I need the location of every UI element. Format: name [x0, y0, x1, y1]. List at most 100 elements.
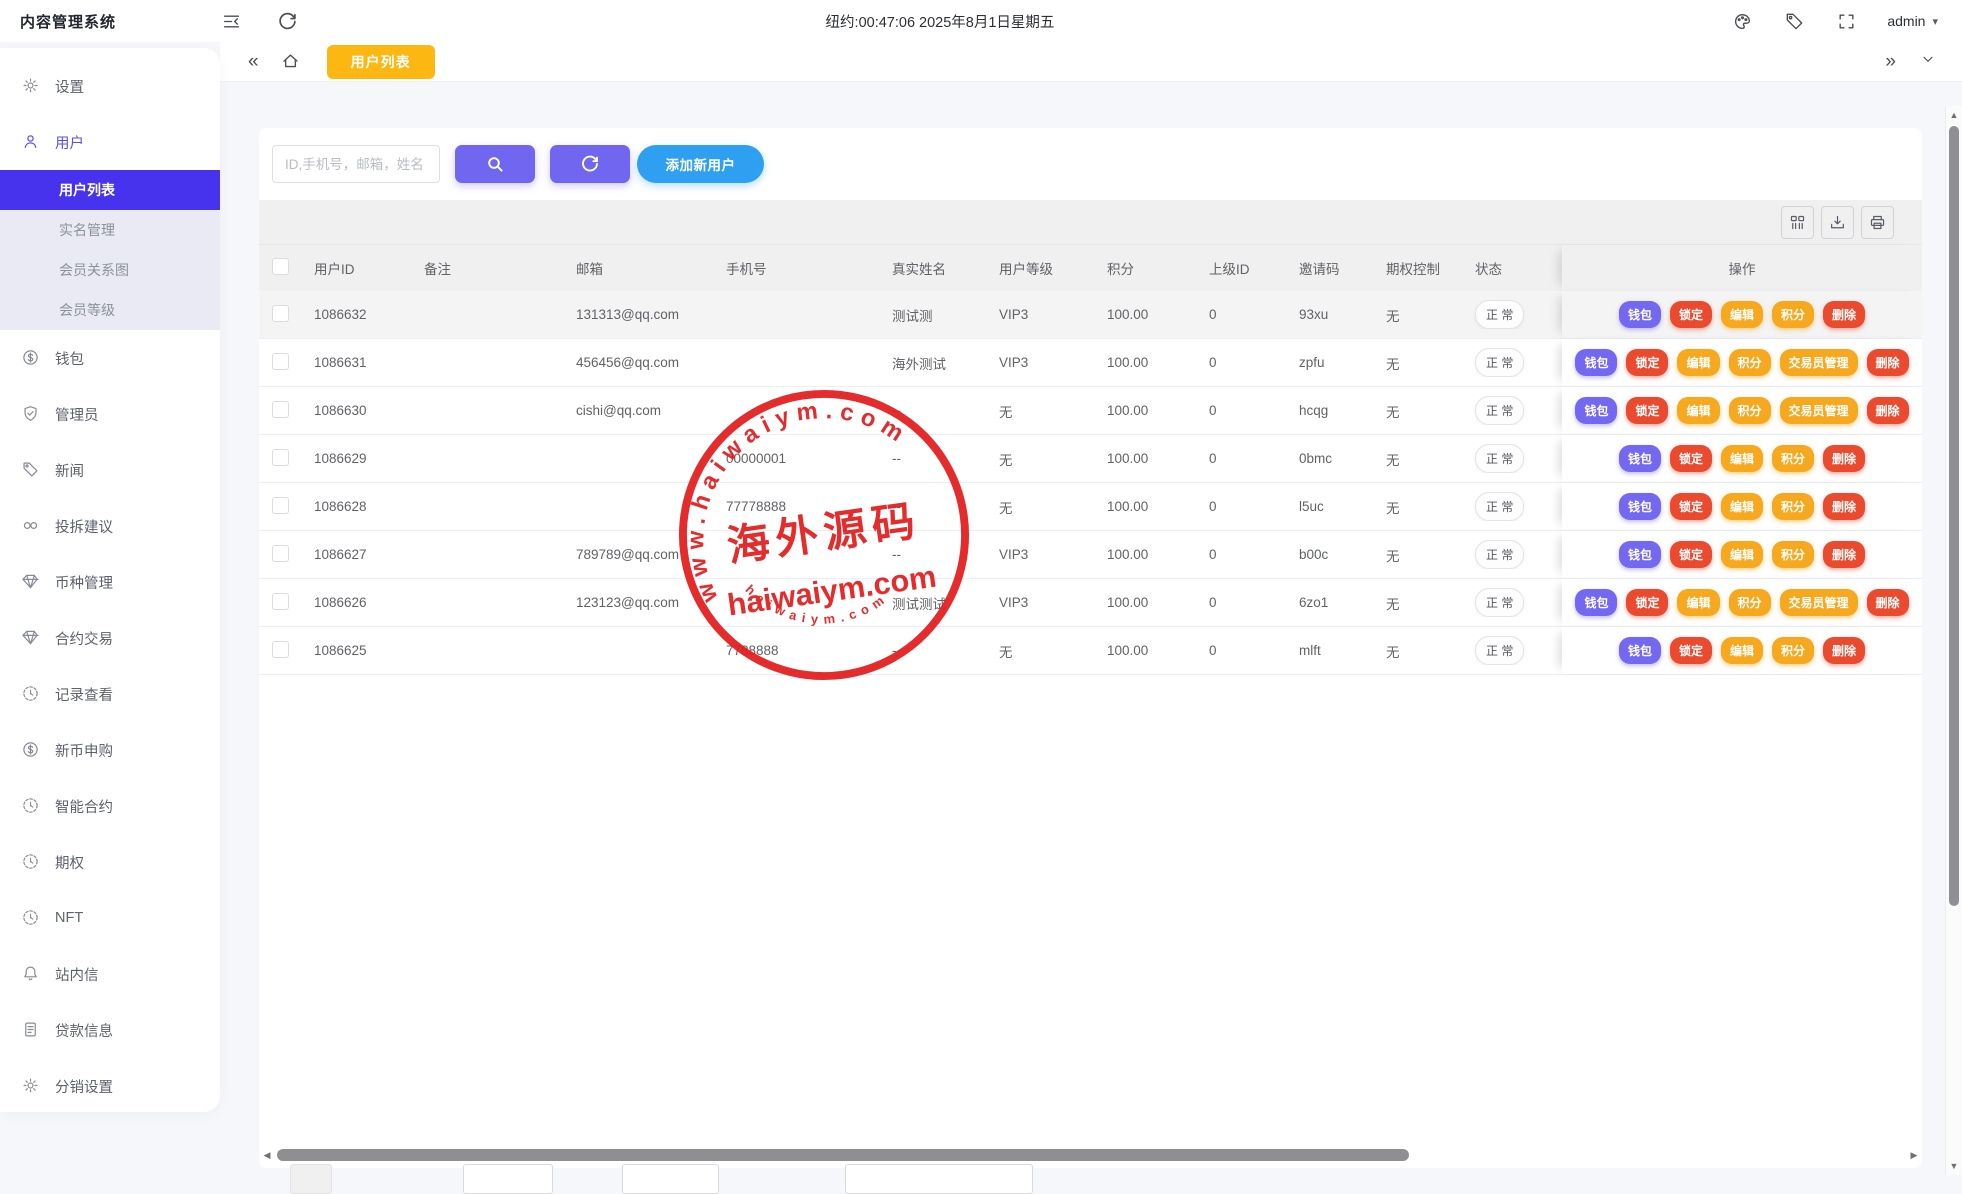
status-badge[interactable]: 正 常 [1475, 300, 1524, 329]
status-badge[interactable]: 正 常 [1475, 396, 1524, 425]
action-lock-button[interactable]: 锁定 [1626, 397, 1668, 424]
action-wallet-button[interactable]: 钱包 [1575, 589, 1617, 616]
sidebar-item[interactable]: 智能合约 [0, 778, 220, 834]
row-checkbox[interactable] [272, 353, 289, 370]
scroll-up-arrow[interactable]: ▲ [1946, 110, 1962, 120]
action-wallet-button[interactable]: 钱包 [1619, 637, 1661, 664]
sidebar-item[interactable]: 新币申购 [0, 722, 220, 778]
sidebar-subitem[interactable]: 用户列表 [0, 170, 220, 210]
sidebar-item[interactable]: 分销设置 [0, 1058, 220, 1112]
action-points-button[interactable]: 积分 [1729, 349, 1771, 376]
sidebar-item[interactable]: 合约交易 [0, 610, 220, 666]
action-points-button[interactable]: 积分 [1772, 445, 1814, 472]
scroll-down-arrow[interactable]: ▼ [1946, 1161, 1962, 1171]
scroll-right-arrow[interactable]: ▶ [1906, 1147, 1922, 1163]
status-badge[interactable]: 正 常 [1475, 540, 1524, 569]
sidebar-item[interactable]: 新闻 [0, 442, 220, 498]
sidebar-item[interactable]: 站内信 [0, 946, 220, 1002]
sidebar-item[interactable]: 期权 [0, 834, 220, 890]
tabs-scroll-right-icon[interactable]: » [1885, 52, 1896, 71]
row-checkbox[interactable] [272, 641, 289, 658]
action-wallet-button[interactable]: 钱包 [1619, 301, 1661, 328]
sidebar-item[interactable]: 钱包 [0, 330, 220, 386]
action-wallet-button[interactable]: 钱包 [1619, 493, 1661, 520]
sidebar-subitem[interactable]: 实名管理 [0, 210, 220, 250]
collapse-menu-icon[interactable] [220, 10, 242, 32]
action-edit-button[interactable]: 编辑 [1721, 493, 1763, 520]
action-wallet-button[interactable]: 钱包 [1575, 349, 1617, 376]
select-all-checkbox[interactable] [272, 258, 289, 275]
status-badge[interactable]: 正 常 [1475, 636, 1524, 665]
action-lock-button[interactable]: 锁定 [1670, 445, 1712, 472]
action-points-button[interactable]: 积分 [1772, 301, 1814, 328]
action-edit-button[interactable]: 编辑 [1677, 397, 1719, 424]
action-points-button[interactable]: 积分 [1772, 637, 1814, 664]
action-points-button[interactable]: 积分 [1772, 493, 1814, 520]
vertical-scrollbar-thumb[interactable] [1949, 126, 1959, 906]
action-trader-button[interactable]: 交易员管理 [1780, 589, 1858, 616]
action-lock-button[interactable]: 锁定 [1670, 541, 1712, 568]
row-checkbox[interactable] [272, 497, 289, 514]
sidebar-subitem[interactable]: 会员等级 [0, 290, 220, 330]
sidebar-subitem[interactable]: 会员关系图 [0, 250, 220, 290]
action-delete-button[interactable]: 删除 [1823, 541, 1865, 568]
sidebar-item[interactable]: 记录查看 [0, 666, 220, 722]
action-edit-button[interactable]: 编辑 [1677, 589, 1719, 616]
columns-icon[interactable] [1781, 206, 1814, 239]
action-points-button[interactable]: 积分 [1729, 397, 1771, 424]
scroll-left-arrow[interactable]: ◀ [259, 1147, 275, 1163]
search-input[interactable] [272, 145, 440, 183]
row-checkbox[interactable] [272, 401, 289, 418]
tabs-scroll-left-icon[interactable]: « [248, 52, 259, 71]
horizontal-scrollbar-thumb[interactable] [277, 1149, 1409, 1161]
action-lock-button[interactable]: 锁定 [1670, 493, 1712, 520]
sidebar-item[interactable]: 管理员 [0, 386, 220, 442]
export-icon[interactable] [1821, 206, 1854, 239]
sidebar-item[interactable]: 用户 [0, 114, 220, 170]
reset-refresh-button[interactable] [550, 145, 630, 183]
refresh-page-icon[interactable] [276, 10, 298, 32]
action-trader-button[interactable]: 交易员管理 [1780, 349, 1858, 376]
action-lock-button[interactable]: 锁定 [1670, 301, 1712, 328]
fullscreen-icon[interactable] [1835, 10, 1857, 32]
action-delete-button[interactable]: 删除 [1823, 637, 1865, 664]
status-badge[interactable]: 正 常 [1475, 444, 1524, 473]
action-lock-button[interactable]: 锁定 [1670, 637, 1712, 664]
sidebar-item[interactable]: NFT [0, 890, 220, 946]
row-checkbox[interactable] [272, 449, 289, 466]
action-edit-button[interactable]: 编辑 [1721, 541, 1763, 568]
tabs-dropdown-icon[interactable] [1920, 51, 1936, 72]
pagination-page[interactable] [622, 1164, 719, 1194]
action-edit-button[interactable]: 编辑 [1721, 637, 1763, 664]
status-badge[interactable]: 正 常 [1475, 588, 1524, 617]
sidebar-item[interactable]: 贷款信息 [0, 1002, 220, 1058]
sidebar-item[interactable]: 投拆建议 [0, 498, 220, 554]
row-checkbox[interactable] [272, 593, 289, 610]
print-icon[interactable] [1861, 206, 1894, 239]
palette-icon[interactable] [1731, 10, 1753, 32]
pagination-jump[interactable] [845, 1164, 1033, 1194]
action-points-button[interactable]: 积分 [1729, 589, 1771, 616]
pagination-prev[interactable] [463, 1164, 553, 1194]
action-delete-button[interactable]: 删除 [1823, 493, 1865, 520]
action-trader-button[interactable]: 交易员管理 [1780, 397, 1858, 424]
action-delete-button[interactable]: 删除 [1823, 445, 1865, 472]
add-user-button[interactable]: 添加新用户 [637, 145, 764, 183]
sidebar-item[interactable]: 设置 [0, 58, 220, 114]
action-delete-button[interactable]: 删除 [1823, 301, 1865, 328]
row-checkbox[interactable] [272, 305, 289, 322]
search-button[interactable] [455, 145, 535, 183]
action-delete-button[interactable]: 删除 [1867, 589, 1909, 616]
action-edit-button[interactable]: 编辑 [1721, 445, 1763, 472]
tag-icon[interactable] [1783, 10, 1805, 32]
action-wallet-button[interactable]: 钱包 [1619, 541, 1661, 568]
action-edit-button[interactable]: 编辑 [1677, 349, 1719, 376]
action-lock-button[interactable]: 锁定 [1626, 349, 1668, 376]
user-menu[interactable]: admin ▾ [1887, 13, 1938, 29]
status-badge[interactable]: 正 常 [1475, 492, 1524, 521]
tab-user-list[interactable]: 用户列表 [327, 45, 435, 79]
action-delete-button[interactable]: 删除 [1867, 349, 1909, 376]
action-wallet-button[interactable]: 钱包 [1575, 397, 1617, 424]
status-badge[interactable]: 正 常 [1475, 348, 1524, 377]
action-wallet-button[interactable]: 钱包 [1619, 445, 1661, 472]
